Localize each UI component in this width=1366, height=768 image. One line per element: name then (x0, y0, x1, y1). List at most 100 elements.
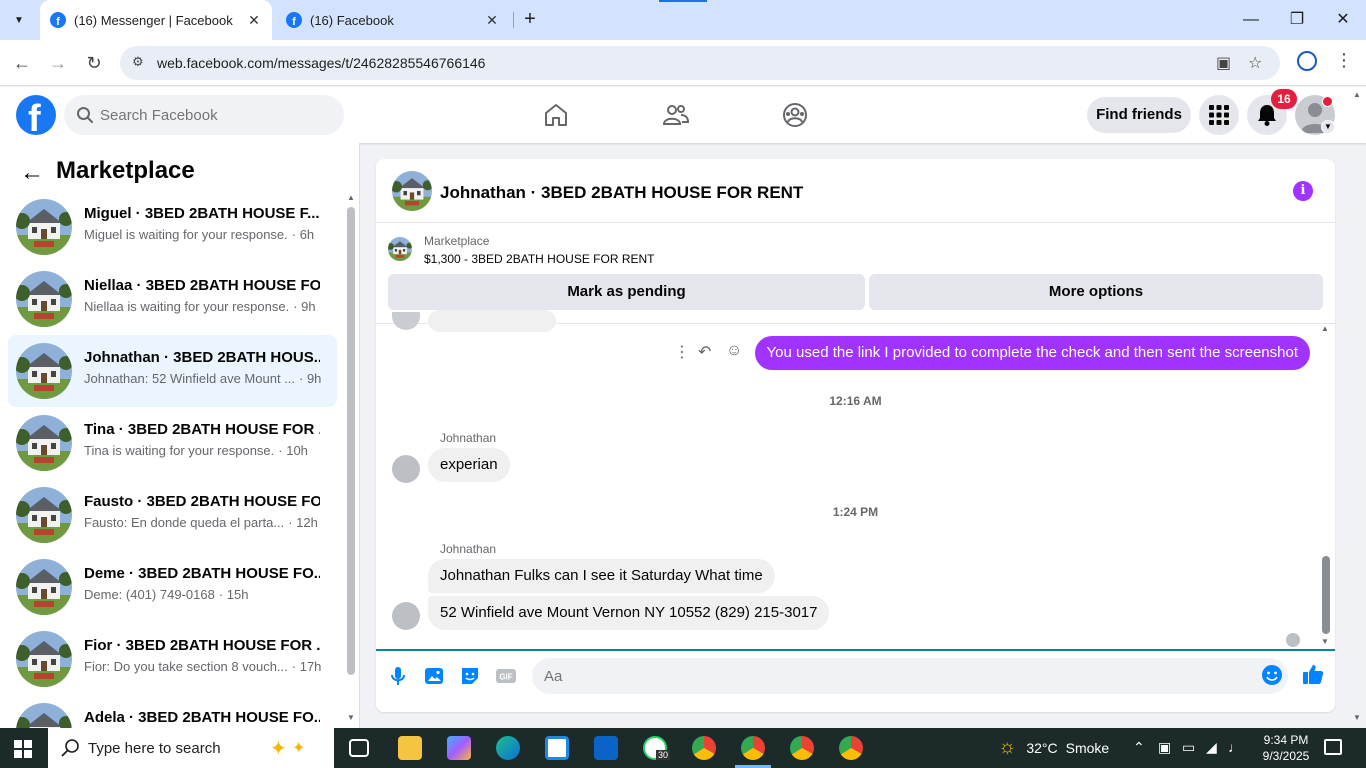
wifi-icon[interactable]: ◢ (1206, 739, 1217, 756)
tab-messenger[interactable]: f (16) Messenger | Facebook ✕ (40, 0, 272, 40)
volume-icon[interactable]: ♩ (1228, 739, 1242, 755)
listing-thumbnail (16, 415, 72, 471)
conversation-item[interactable]: Fausto · 3BED 2BATH HOUSE FO... Fausto: E… (8, 479, 337, 551)
conversation-name: Niellaa · 3BED 2BATH HOUSE FO... (84, 277, 320, 294)
conversation-item[interactable]: Johnathan · 3BED 2BATH HOUS... Johnathan:… (8, 335, 337, 407)
find-friends-button[interactable]: Find friends (1087, 97, 1191, 133)
conversation-item[interactable]: Miguel · 3BED 2BATH HOUSE F... Miguel is … (8, 191, 337, 263)
copilot-icon[interactable] (447, 736, 471, 760)
chrome-icon[interactable] (741, 736, 765, 760)
chrome-icon[interactable] (790, 736, 814, 760)
bookmark-star-icon[interactable]: ☆ (1248, 53, 1262, 73)
sender-name: Johnathan (440, 542, 497, 556)
listing-title[interactable]: $1,300 - 3BED 2BATH HOUSE FOR RENT (424, 252, 655, 266)
conversation-item[interactable]: Deme · 3BED 2BATH HOUSE FO... Deme: (401)… (8, 551, 337, 623)
facebook-search[interactable] (64, 95, 344, 135)
conversation-preview-row: Deme: (401) 749-0168 · 15h (84, 587, 334, 602)
tab-separator (513, 12, 514, 28)
close-tab-icon[interactable]: ✕ (244, 12, 264, 29)
scroll-up-arrow[interactable]: ▲ (347, 193, 355, 202)
restore-button[interactable]: ❐ (1282, 8, 1312, 32)
emoji-icon[interactable] (1261, 664, 1283, 686)
browser-tab-bar: ▼ f (16) Messenger | Facebook ✕ f (16) F… (0, 0, 1366, 40)
info-icon[interactable]: i (1293, 181, 1313, 201)
react-emoji-icon[interactable]: ☺ (726, 342, 742, 360)
facebook-logo-icon[interactable]: f (16, 95, 56, 135)
chrome-icon[interactable] (692, 736, 716, 760)
meet-now-icon[interactable]: ▣ (1158, 739, 1171, 756)
avatar[interactable] (392, 602, 420, 630)
menu-button[interactable] (1199, 95, 1239, 135)
back-arrow-icon[interactable]: ← (20, 159, 44, 187)
conversation-item[interactable]: Adela · 3BED 2BATH HOUSE FO... (8, 695, 337, 728)
conversation-item[interactable]: Niellaa · 3BED 2BATH HOUSE FO... Niellaa … (8, 263, 337, 335)
groups-icon[interactable] (781, 101, 809, 129)
reply-icon[interactable]: ↶ (698, 342, 711, 362)
chat-title[interactable]: Johnathan · 3BED 2BATH HOUSE FOR RENT (440, 183, 803, 203)
listing-small-thumbnail[interactable] (388, 237, 412, 261)
incoming-message[interactable]: Johnathan Fulks can I see it Saturday Wh… (428, 559, 775, 593)
conversation-item[interactable]: Tina · 3BED 2BATH HOUSE FOR ... Tina is w… (8, 407, 337, 479)
sticker-icon[interactable] (458, 664, 482, 688)
gif-icon[interactable]: GIF (494, 664, 518, 688)
scroll-up-arrow[interactable]: ▲ (1321, 324, 1329, 333)
battery-icon[interactable]: ▭ (1182, 739, 1195, 756)
taskbar-clock[interactable]: 9:34 PM 9/3/2025 (1256, 732, 1316, 764)
scrollbar-thumb[interactable] (1322, 556, 1330, 634)
microphone-icon[interactable] (386, 664, 410, 688)
message-input[interactable] (532, 658, 1288, 694)
listing-thumbnail[interactable] (392, 171, 432, 211)
incoming-message[interactable]: experian (428, 448, 510, 482)
scroll-down-arrow[interactable]: ▼ (1321, 637, 1329, 646)
site-settings-icon[interactable]: ⚙ (132, 54, 144, 70)
more-options-button[interactable]: More options (869, 274, 1323, 310)
taskbar-search[interactable]: Type here to search ✦ ✦ (48, 728, 334, 768)
page-scroll-down-arrow[interactable]: ▼ (1353, 713, 1361, 722)
scroll-down-arrow[interactable]: ▼ (347, 713, 355, 722)
page-scroll-up-arrow[interactable]: ▲ (1353, 90, 1361, 99)
avatar[interactable] (392, 455, 420, 483)
weather-widget[interactable]: ☼ 32°C Smoke (998, 736, 1109, 759)
incoming-message[interactable]: 52 Winfield ave Mount Vernon NY 10552 (8… (428, 596, 830, 630)
new-tab-button[interactable]: + (518, 8, 542, 32)
omnibox[interactable]: ⚙ web.facebook.com/messages/t/2462828554… (120, 46, 1280, 80)
photo-icon[interactable] (422, 664, 446, 688)
friends-icon[interactable] (662, 101, 690, 129)
file-explorer-icon[interactable] (398, 736, 422, 760)
more-actions-icon[interactable]: ⋮ (674, 342, 690, 362)
home-icon[interactable] (542, 101, 570, 129)
close-window-button[interactable]: ✕ (1328, 8, 1358, 32)
tray-chevron-up-icon[interactable]: ⌃ (1133, 739, 1145, 756)
task-view-icon[interactable] (349, 739, 369, 757)
search-input[interactable] (100, 95, 330, 135)
thumbs-up-icon[interactable] (1301, 662, 1325, 686)
windows-taskbar: Type here to search ✦ ✦ 30 ☼ 32°C Smoke … (0, 728, 1366, 768)
conversation-time: · 9h (299, 371, 322, 386)
mark-as-pending-button[interactable]: Mark as pending (388, 274, 865, 310)
reload-button[interactable]: ↻ (81, 50, 107, 76)
tab-search-button[interactable]: ▼ (6, 8, 32, 32)
browser-profile-icon[interactable] (1297, 51, 1317, 71)
install-app-icon[interactable]: ▣ (1216, 53, 1231, 73)
chevron-down-icon[interactable]: ▼ (1321, 120, 1335, 134)
minimize-button[interactable]: — (1236, 8, 1266, 32)
action-center-icon[interactable] (1324, 739, 1342, 755)
browser-menu-icon[interactable]: ⋮ (1335, 50, 1353, 71)
forward-button[interactable]: → (45, 50, 71, 76)
chrome-icon[interactable] (839, 736, 863, 760)
microsoft-store-icon[interactable] (545, 736, 569, 760)
outlook-icon[interactable] (594, 736, 618, 760)
conversation-item[interactable]: Fior · 3BED 2BATH HOUSE FOR ... Fior: Do … (8, 623, 337, 695)
close-tab-icon[interactable]: ✕ (482, 12, 502, 29)
outgoing-message[interactable]: You used the link I provided to complete… (754, 336, 1310, 370)
tab-facebook[interactable]: f (16) Facebook ✕ (280, 0, 510, 40)
back-button[interactable]: ← (9, 50, 35, 76)
listing-thumbnail (16, 559, 72, 615)
edge-icon[interactable] (496, 736, 520, 760)
scrollbar-thumb[interactable] (347, 207, 355, 675)
message-area: ⋮ ↶ ☺ You used the link I provided to co… (376, 310, 1335, 649)
windows-start-icon[interactable] (14, 740, 32, 758)
url-text[interactable]: web.facebook.com/messages/t/246282855467… (157, 55, 485, 71)
address-bar: ← → ↻ ⚙ web.facebook.com/messages/t/2462… (0, 40, 1366, 86)
facebook-header: f Find friends (0, 87, 1366, 143)
